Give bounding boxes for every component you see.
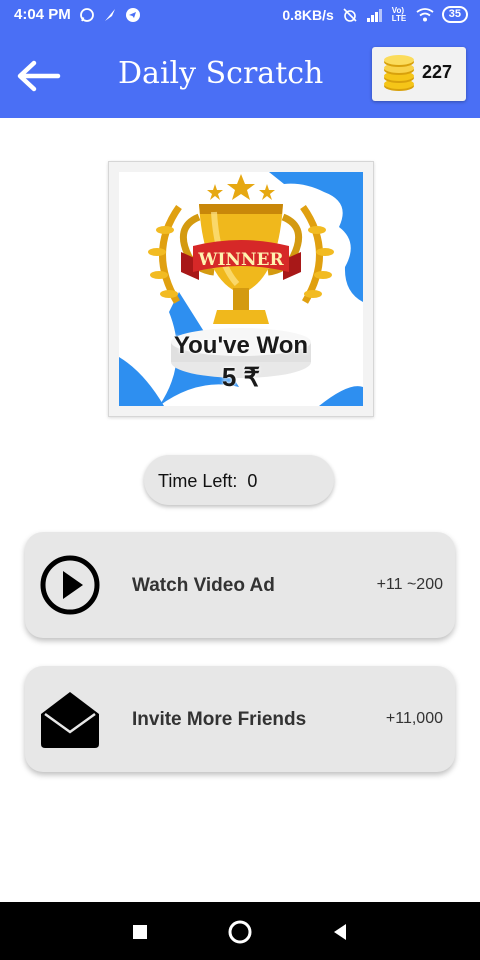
navigation-bar [0, 902, 480, 960]
page-title: Daily Scratch [118, 56, 324, 91]
back-button[interactable] [14, 58, 62, 94]
watch-video-ad-reward: +11 ~200 [376, 576, 443, 593]
prize-card: WINNER You've Won 5 ₹ [108, 161, 374, 417]
alarm-off-icon [343, 7, 357, 22]
envelope-open-icon [41, 692, 99, 748]
back-arrow-icon [17, 60, 61, 92]
play-circle-icon [40, 555, 100, 615]
invite-friends-reward: +11,000 [385, 710, 443, 727]
wifi-icon [416, 7, 434, 21]
battery-indicator: 35 [441, 6, 468, 23]
home-button[interactable] [226, 918, 254, 946]
time-left-text: Time Left: 0 [158, 471, 258, 491]
status-bar: 4:04 PM 0.8KB/s Vo) LTE 35 [0, 0, 480, 30]
lte-label: Vo) LTE [391, 5, 407, 23]
invite-friends-label: Invite More Friends [132, 709, 307, 730]
time-left-pill: Time Left: 0 [144, 455, 334, 505]
winner-banner-text: WINNER [197, 250, 284, 270]
status-time: 4:04 PM [14, 6, 71, 23]
prize-amount: 5 ₹ [221, 362, 261, 392]
back-nav-button[interactable] [326, 918, 354, 946]
app-bar: Daily Scratch 227 [0, 30, 480, 118]
network-speed: 0.8KB/s [282, 6, 334, 23]
coin-balance[interactable]: 227 [372, 47, 466, 101]
triangle-back-icon [334, 924, 346, 940]
status-left: 4:04 PM [14, 6, 141, 23]
whatsapp-icon [79, 7, 94, 22]
circle-icon [228, 920, 252, 944]
watch-video-ad-label: Watch Video Ad [132, 575, 275, 596]
recents-button[interactable] [126, 918, 154, 946]
navigation-icon [104, 8, 115, 21]
status-right: 0.8KB/s Vo) LTE 35 [282, 6, 468, 23]
coin-count: 227 [422, 62, 453, 82]
telegram-icon [125, 7, 140, 22]
square-icon [133, 925, 147, 939]
prize-headline: You've Won [173, 332, 309, 359]
coin-stack-icon [384, 55, 414, 91]
watch-video-ad-card[interactable]: Watch Video Ad +11 ~200 [25, 532, 455, 638]
invite-friends-card[interactable]: Invite More Friends +11,000 [25, 666, 455, 772]
signal-icon [366, 8, 382, 22]
